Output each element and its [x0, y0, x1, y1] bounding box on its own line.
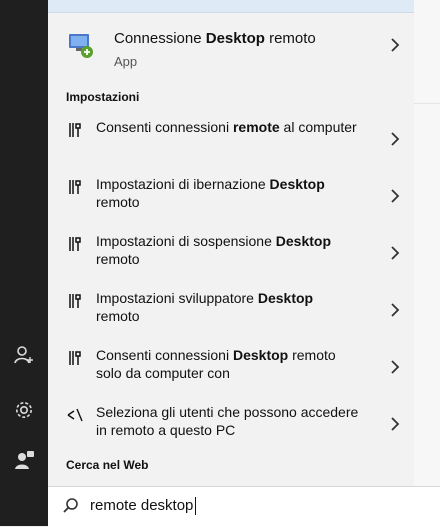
chevron-right-icon[interactable] — [390, 416, 400, 432]
settings-icon — [66, 349, 84, 367]
settings-section-title: Impostazioni — [66, 90, 140, 104]
search-input[interactable]: remote desktop — [90, 497, 197, 516]
list-item-label: Impostazioni di sospensione Desktop remo… — [96, 233, 332, 267]
search-icon — [62, 497, 80, 515]
chevron-right-icon[interactable] — [390, 131, 400, 147]
search-query: remote desktop — [90, 497, 194, 514]
remote-desktop-icon — [66, 30, 96, 60]
user-icon[interactable] — [12, 343, 36, 367]
settings-icon — [66, 292, 84, 310]
list-item[interactable]: Consenti connessioni Desktop remoto solo… — [48, 341, 414, 393]
list-item-label: Impostazioni sviluppatore Desktop remoto — [96, 290, 314, 324]
chevron-right-icon[interactable] — [390, 245, 400, 261]
list-item[interactable]: Consenti connessioni remote al computer — [48, 113, 414, 165]
settings-icon — [66, 121, 84, 139]
list-item[interactable]: Seleziona gli utenti che possono acceder… — [48, 398, 414, 450]
settings-icon — [66, 235, 84, 253]
text-cursor — [195, 497, 197, 516]
feedback-icon[interactable] — [12, 448, 36, 472]
left-rail — [0, 0, 48, 526]
remote-users-icon — [66, 406, 84, 424]
list-item-label: Consenti connessioni remote al computer — [96, 119, 357, 135]
list-item-label: Seleziona gli utenti che possono acceder… — [96, 404, 359, 438]
chevron-right-icon[interactable] — [390, 302, 400, 318]
list-item[interactable]: Impostazioni sviluppatore Desktop remoto — [48, 284, 414, 336]
app-subtitle: App — [114, 54, 138, 69]
list-item[interactable]: Impostazioni di sospensione Desktop remo… — [48, 227, 414, 279]
divider — [414, 103, 440, 104]
gear-icon[interactable] — [12, 398, 36, 422]
search-results-panel: Connessione Desktop remoto App Impostazi… — [48, 0, 414, 486]
chevron-right-icon[interactable] — [390, 37, 400, 53]
web-section-title: Cerca nel Web — [66, 458, 149, 472]
top-highlight-bar — [48, 0, 414, 13]
best-match-app[interactable]: Connessione Desktop remoto App — [48, 14, 414, 80]
app-title: Connessione Desktop remoto — [114, 30, 316, 47]
list-item-label: Impostazioni di ibernazione Desktop remo… — [96, 176, 325, 210]
settings-icon — [66, 178, 84, 196]
list-item[interactable]: Impostazioni di ibernazione Desktop remo… — [48, 170, 414, 222]
right-empty-area — [414, 0, 440, 486]
chevron-right-icon[interactable] — [390, 188, 400, 204]
chevron-right-icon[interactable] — [390, 359, 400, 375]
list-item-label: Consenti connessioni Desktop remoto solo… — [96, 347, 336, 381]
search-bar[interactable]: remote desktop — [48, 486, 440, 527]
